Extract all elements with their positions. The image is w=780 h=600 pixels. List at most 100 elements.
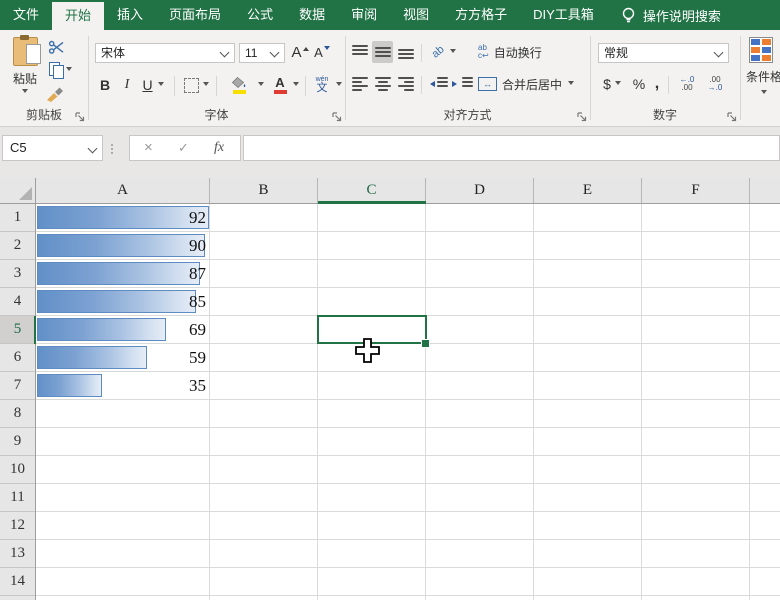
comma-style-button[interactable]: , [650,73,664,95]
column-header-partial[interactable] [750,178,780,203]
tab-insert[interactable]: 插入 [104,0,156,30]
underline-button[interactable]: U [138,74,168,96]
conditional-formatting-caret[interactable] [758,88,770,98]
tab-diy-toolbox[interactable]: DIY工具箱 [520,0,607,30]
formula-bar-resize-dots[interactable] [111,142,113,156]
gridline [425,204,426,600]
column-header-B[interactable]: B [210,178,318,203]
formula-input[interactable] [243,135,780,161]
column-header-F[interactable]: F [642,178,750,203]
font-color-button[interactable]: A [270,72,290,98]
row-header-3[interactable]: 3 [0,260,35,288]
tab-ffcell-addin[interactable]: 方方格子 [442,0,520,30]
bold-button[interactable]: B [96,74,114,96]
row-header-1[interactable]: 1 [0,204,35,232]
name-box[interactable]: C5 [2,135,103,161]
row-header-10[interactable]: 10 [0,456,35,484]
row-header-9[interactable]: 9 [0,428,35,456]
row-header-5[interactable]: 5 [0,316,35,344]
select-all-triangle-icon [19,187,32,200]
font-dialog-launcher[interactable] [332,112,342,122]
tab-data[interactable]: 数据 [286,0,338,30]
data-bar [37,346,147,369]
row-header-15[interactable]: 15 [0,596,35,600]
cell-A6[interactable]: 59 [36,344,210,372]
data-bar [37,318,166,341]
orientation-button[interactable]: ab [427,41,461,63]
row-header-7[interactable]: 7 [0,372,35,400]
insert-function-button[interactable]: fx [214,136,224,160]
cell-A7[interactable]: 35 [36,372,210,400]
tab-page-layout[interactable]: 页面布局 [156,0,234,30]
grow-font-button[interactable]: A [290,41,310,63]
borders-button[interactable] [180,74,212,96]
column-header-A[interactable]: A [36,178,210,203]
font-size-combobox[interactable]: 11 [239,43,285,63]
cancel-button[interactable]: × [144,136,153,160]
cut-button[interactable] [46,38,66,56]
data-bar [37,290,196,313]
number-format-chevron-icon [714,48,724,58]
phonetic-guide-button[interactable]: wén文 [311,72,333,98]
decrease-indent-arrow-icon [427,81,435,87]
column-header-E[interactable]: E [534,178,642,203]
wrap-text-button[interactable]: abc↩ 自动换行 [478,41,578,63]
cell-A2[interactable]: 90 [36,232,210,260]
top-align-button[interactable] [349,41,370,63]
middle-align-button[interactable] [372,41,393,63]
cell-A3[interactable]: 87 [36,260,210,288]
copy-button[interactable] [45,61,75,79]
row-header-13[interactable]: 13 [0,540,35,568]
row-header-12[interactable]: 12 [0,512,35,540]
row-header-11[interactable]: 11 [0,484,35,512]
italic-button[interactable]: I [120,74,134,96]
align-left-button[interactable] [349,73,370,95]
fill-handle[interactable] [421,339,430,348]
row-header-14[interactable]: 14 [0,568,35,596]
column-header-C[interactable]: C [318,178,426,203]
number-dialog-launcher[interactable] [727,112,737,122]
cell-A1[interactable]: 92 [36,204,210,232]
tab-file[interactable]: 文件 [0,0,52,30]
row-header-6[interactable]: 6 [0,344,35,372]
format-painter-button[interactable] [44,85,66,103]
tab-formulas[interactable]: 公式 [234,0,286,30]
font-color-caret[interactable] [291,74,301,96]
row-header-4[interactable]: 4 [0,288,35,316]
tab-view[interactable]: 视图 [390,0,442,30]
decrease-indent-button[interactable] [426,73,448,95]
cell-value: 87 [189,260,206,287]
accounting-format-button[interactable]: $ [598,73,626,95]
align-center-button[interactable] [372,73,393,95]
fill-color-button[interactable] [222,72,256,98]
tab-review[interactable]: 审阅 [338,0,390,30]
percent-style-button[interactable]: % [630,73,648,95]
decrease-decimal-button[interactable]: .00→.0 [702,73,728,95]
merge-center-button[interactable]: ↔ 合并后居中 [478,73,588,95]
fill-color-caret[interactable] [256,74,266,96]
tab-home[interactable]: 开始 [52,2,104,30]
number-format-combobox[interactable]: 常规 [598,43,729,63]
row-header-2[interactable]: 2 [0,232,35,260]
paste-button[interactable]: 粘贴 [4,35,46,97]
cell-A5[interactable]: 69 [36,316,210,344]
align-right-icon [398,77,414,91]
select-all-corner[interactable] [0,178,36,203]
font-name-combobox[interactable]: 宋体 [95,43,235,63]
cell-A4[interactable]: 85 [36,288,210,316]
row-header-8[interactable]: 8 [0,400,35,428]
enter-button[interactable]: ✓ [178,136,189,160]
align-right-button[interactable] [395,73,416,95]
phonetic-caret[interactable] [334,74,344,96]
copy-dropdown-caret [66,67,72,74]
alignment-dialog-launcher[interactable] [577,112,587,122]
increase-decimal-button[interactable]: ←.0.00 [674,73,700,95]
clipboard-dialog-launcher[interactable] [75,112,85,122]
data-bar [37,206,209,229]
shrink-font-button[interactable]: A [312,41,332,63]
tell-me-search[interactable]: 操作说明搜索 [621,0,721,30]
increase-indent-button[interactable] [451,73,473,95]
bottom-align-button[interactable] [395,41,416,63]
column-header-D[interactable]: D [426,178,534,203]
conditional-formatting-button[interactable] [748,36,774,64]
